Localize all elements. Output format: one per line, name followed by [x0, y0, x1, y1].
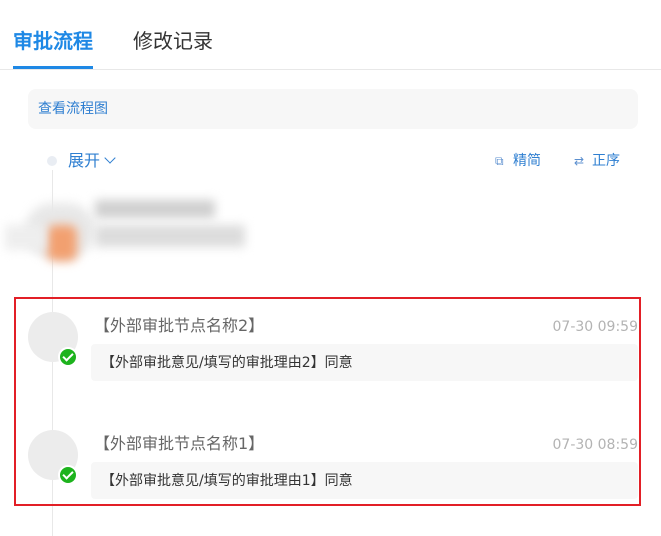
sort-order-button[interactable]: ⇄ 正序	[574, 151, 620, 171]
tab-change-log[interactable]: 修改记录	[133, 28, 213, 54]
approval-comment-text: 【外部审批意见/填写的审批理由1】同意	[101, 473, 353, 489]
view-flow-chart-link[interactable]: 查看流程图	[38, 100, 108, 118]
node-time: 07-30 08:59	[552, 437, 638, 453]
tab-approval-flow[interactable]: 审批流程	[13, 28, 93, 54]
swap-order-icon: ⇄	[574, 154, 585, 168]
compact-view-icon: ⧉	[495, 154, 504, 168]
approval-comment-text: 【外部审批意见/填写的审批理由2】同意	[101, 355, 353, 371]
tab-bar: 审批流程 修改记录	[0, 0, 661, 70]
node-time: 07-30 09:59	[552, 319, 638, 335]
flow-chart-bar: 查看流程图	[28, 89, 638, 129]
expand-toggle[interactable]: 展开	[68, 150, 116, 172]
node-name: 【外部审批节点名称2】	[94, 316, 265, 335]
compact-view-button[interactable]: ⧉ 精简	[495, 151, 541, 171]
expand-label: 展开	[68, 151, 101, 170]
node-name: 【外部审批节点名称1】	[94, 434, 265, 453]
approved-check-icon	[58, 465, 78, 485]
active-tab-indicator	[13, 66, 93, 69]
timeline-dot	[47, 156, 57, 166]
approval-comment: 【外部审批意见/填写的审批理由2】同意	[91, 344, 638, 381]
sort-order-label: 正序	[592, 153, 620, 169]
compact-view-label: 精简	[513, 153, 541, 169]
blurred-record	[5, 195, 265, 270]
chevron-down-icon	[104, 152, 116, 164]
approval-comment: 【外部审批意见/填写的审批理由1】同意	[91, 462, 638, 499]
approved-check-icon	[58, 347, 78, 367]
